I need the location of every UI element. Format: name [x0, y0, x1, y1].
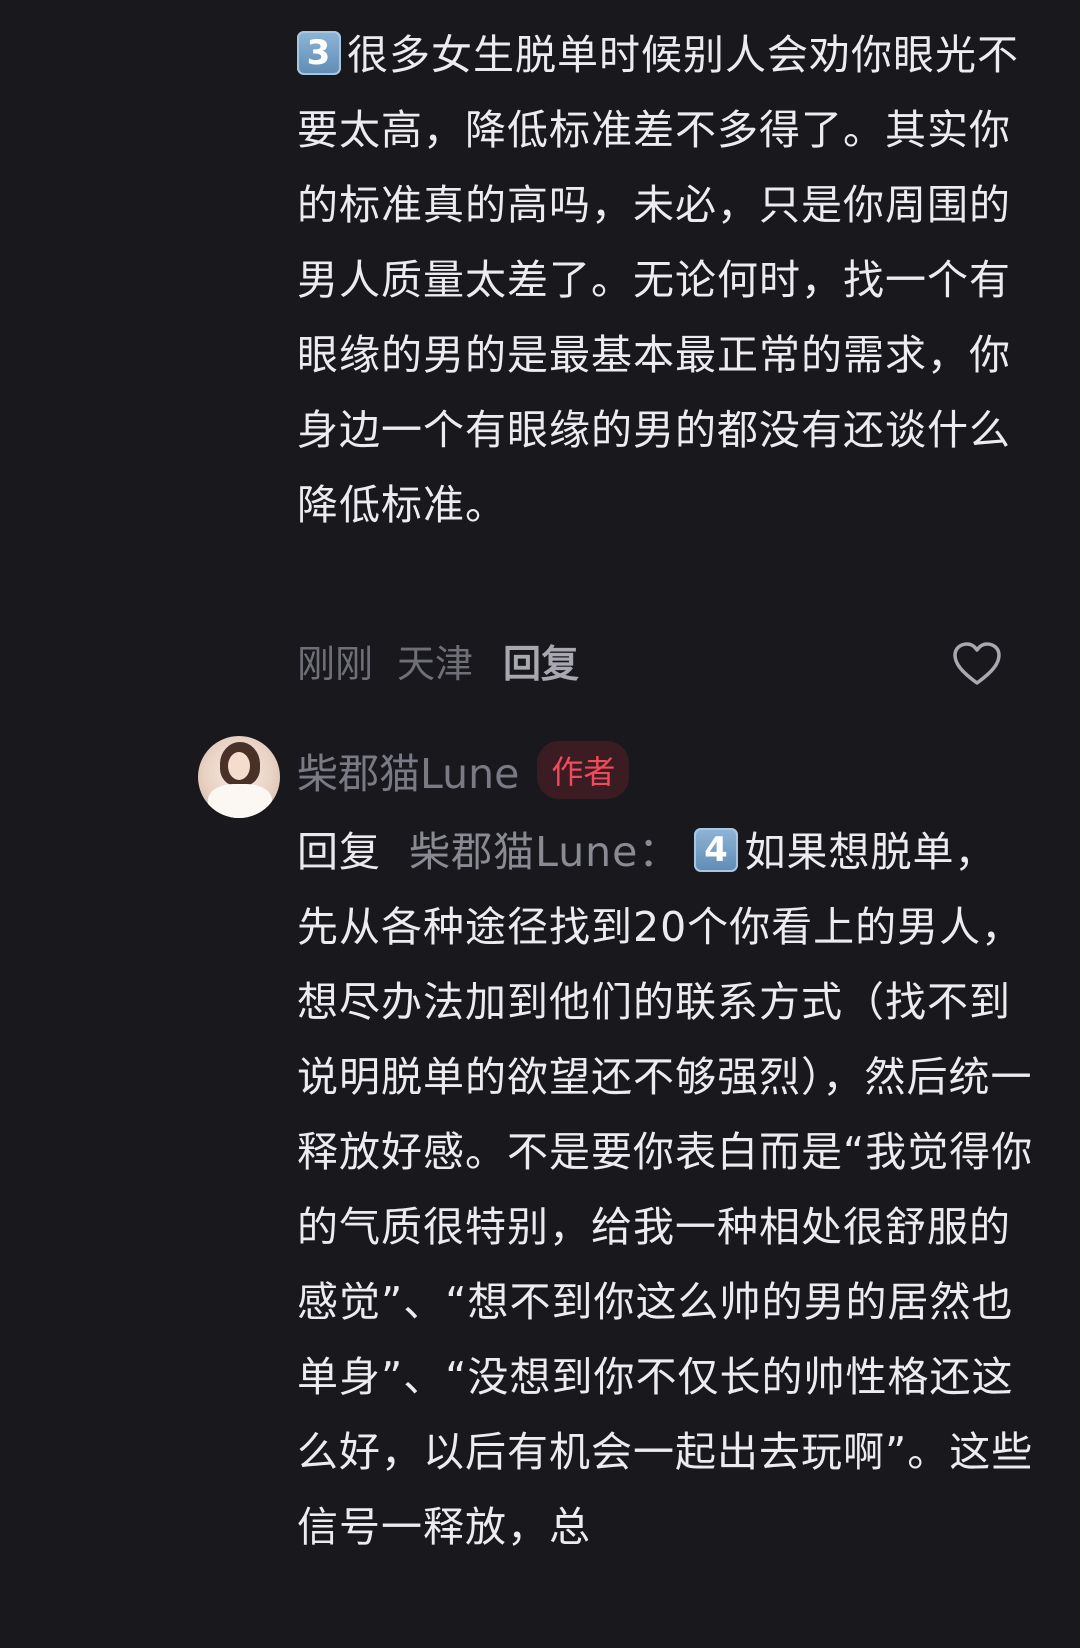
comment-time: 刚刚 [297, 642, 374, 686]
comment-meta: 刚刚 天津 回复 [297, 633, 603, 688]
author-name[interactable]: 柴郡猫Lune [297, 740, 519, 800]
comment-body: 很多女生脱单时候别人会劝你眼光不要太高，降低标准差不多得了。其实你的标准真的高吗… [297, 31, 1019, 529]
reply-target[interactable]: 柴郡猫Lune： [409, 828, 680, 876]
number-4-icon: 4 [694, 828, 739, 872]
comment-content: 3 很多女生脱单时候别人会劝你眼光不要太高，降低标准差不多得了。其实你的标准真的高… [297, 18, 1037, 543]
reply-prefix: 回复 [297, 828, 381, 876]
reply-button[interactable]: 回复 [503, 633, 579, 688]
reply-content: 回复 柴郡猫Lune： 4 如果想脱单，先从各种途径找到20个你看上的男人，想尽办… [297, 815, 1037, 1565]
avatar-face [228, 752, 250, 780]
author-badge: 作者 [537, 741, 630, 799]
avatar-body [208, 784, 272, 818]
number-3-icon: 3 [297, 31, 341, 75]
comment-location: 天津 [397, 642, 474, 686]
avatar[interactable] [198, 736, 280, 818]
author-row: 柴郡猫Lune 作者 [297, 740, 630, 800]
heart-outline-icon[interactable] [952, 641, 1002, 687]
reply-body: 如果想脱单，先从各种途径找到20个你看上的男人，想尽办法加到他们的联系方式（找不… [297, 828, 1034, 1551]
